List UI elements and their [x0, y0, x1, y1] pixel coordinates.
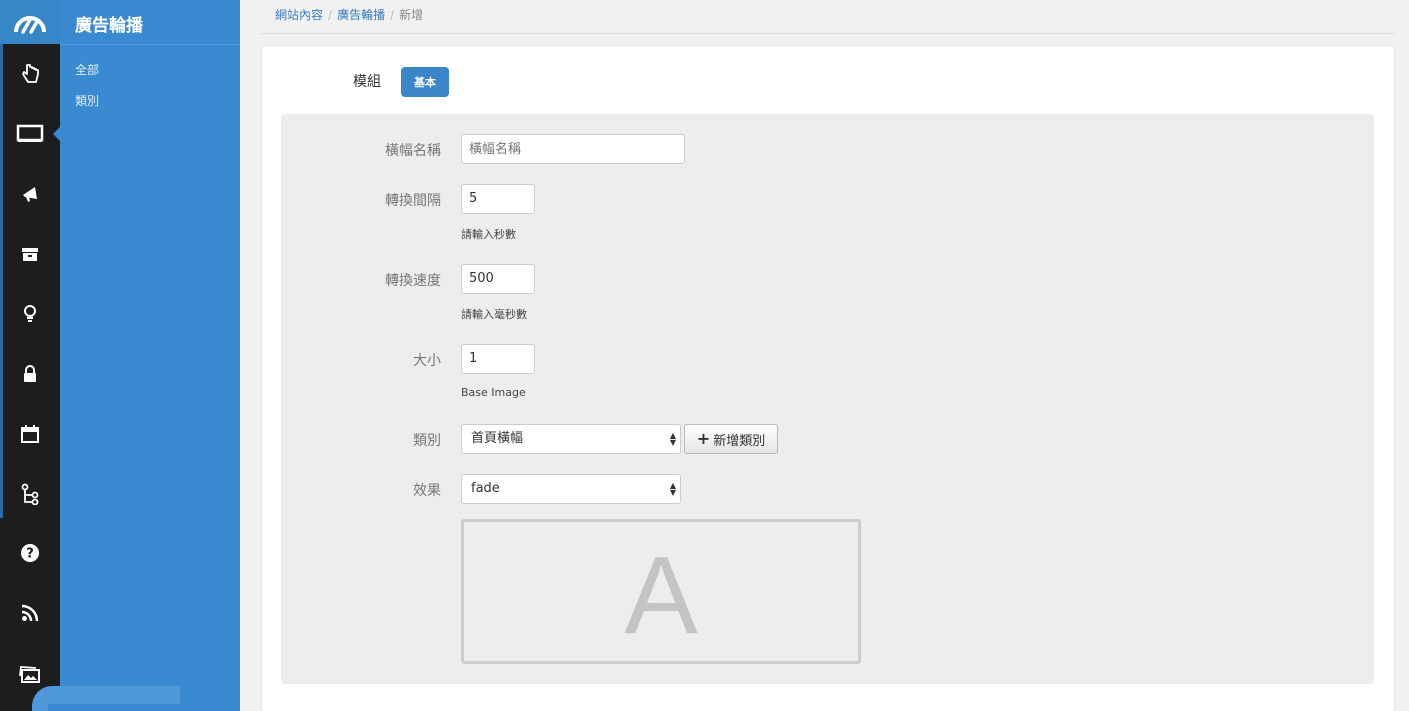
- sidebar-item-category[interactable]: 類別: [60, 86, 240, 117]
- interval-input[interactable]: 5: [461, 184, 535, 214]
- banner-name-input[interactable]: [461, 134, 685, 164]
- sidebar-list: 全部 類別: [60, 45, 240, 117]
- sidebar-title: 廣告輪播: [60, 0, 240, 45]
- module-label: 模組: [353, 74, 381, 90]
- breadcrumb-divider: [260, 33, 1395, 34]
- size-label: 大小: [413, 353, 441, 369]
- effect-select[interactable]: fade ▲ ▼: [461, 474, 681, 504]
- breadcrumb-separator: /: [390, 8, 395, 22]
- breadcrumb: 網站內容 / 廣告輪播 / 新增: [275, 6, 423, 23]
- breadcrumb-current: 新增: [399, 8, 424, 22]
- breadcrumb-link-content[interactable]: 網站內容: [275, 8, 323, 22]
- sitemap-icon[interactable]: [0, 464, 60, 524]
- archive-icon[interactable]: [0, 224, 60, 284]
- sidebar-decoration-inner: [48, 704, 180, 711]
- add-category-button[interactable]: + 新增類別: [684, 424, 778, 454]
- banner-name-label: 橫幅名稱: [385, 143, 441, 159]
- speed-label: 轉換速度: [385, 273, 441, 289]
- icon-rail: ?: [0, 0, 60, 711]
- tab-basic[interactable]: 基本: [401, 67, 449, 97]
- lock-icon[interactable]: [0, 344, 60, 404]
- preview-letter: A: [624, 533, 698, 657]
- effect-selected-value: fade: [471, 481, 500, 496]
- monitor-icon[interactable]: [0, 104, 60, 164]
- interval-label: 轉換間隔: [385, 193, 441, 209]
- megaphone-icon[interactable]: [0, 164, 60, 224]
- svg-text:?: ?: [26, 547, 34, 562]
- calendar-icon[interactable]: [0, 404, 60, 464]
- breadcrumb-separator: /: [328, 8, 333, 22]
- add-category-label: 新增類別: [713, 433, 766, 449]
- speed-help-text: 請輸入毫秒數: [461, 308, 527, 321]
- lightbulb-icon[interactable]: [0, 284, 60, 344]
- pointer-icon[interactable]: [0, 44, 60, 104]
- size-help-text: Base Image: [461, 386, 526, 399]
- active-indicator-arrow: [53, 127, 60, 141]
- effect-label: 效果: [413, 483, 441, 499]
- category-label: 類別: [413, 433, 441, 449]
- category-select[interactable]: 首頁橫幅 ▲ ▼: [461, 424, 681, 454]
- speed-input[interactable]: 500: [461, 264, 535, 294]
- breadcrumb-link-banner[interactable]: 廣告輪播: [337, 8, 385, 22]
- sidebar-item-all[interactable]: 全部: [60, 55, 240, 86]
- interval-help-text: 請輸入秒數: [461, 228, 516, 241]
- effect-preview: A: [461, 519, 861, 664]
- question-icon[interactable]: ?: [0, 523, 60, 583]
- category-selected-value: 首頁橫幅: [471, 431, 524, 446]
- size-input[interactable]: 1: [461, 344, 535, 374]
- sidebar: 廣告輪播 全部 類別: [60, 0, 240, 711]
- rss-icon[interactable]: [0, 583, 60, 643]
- select-arrows-icon: ▲ ▼: [669, 431, 676, 447]
- select-arrows-icon: ▲ ▼: [669, 481, 676, 497]
- plus-icon: +: [696, 429, 711, 448]
- logo-icon[interactable]: [0, 0, 60, 44]
